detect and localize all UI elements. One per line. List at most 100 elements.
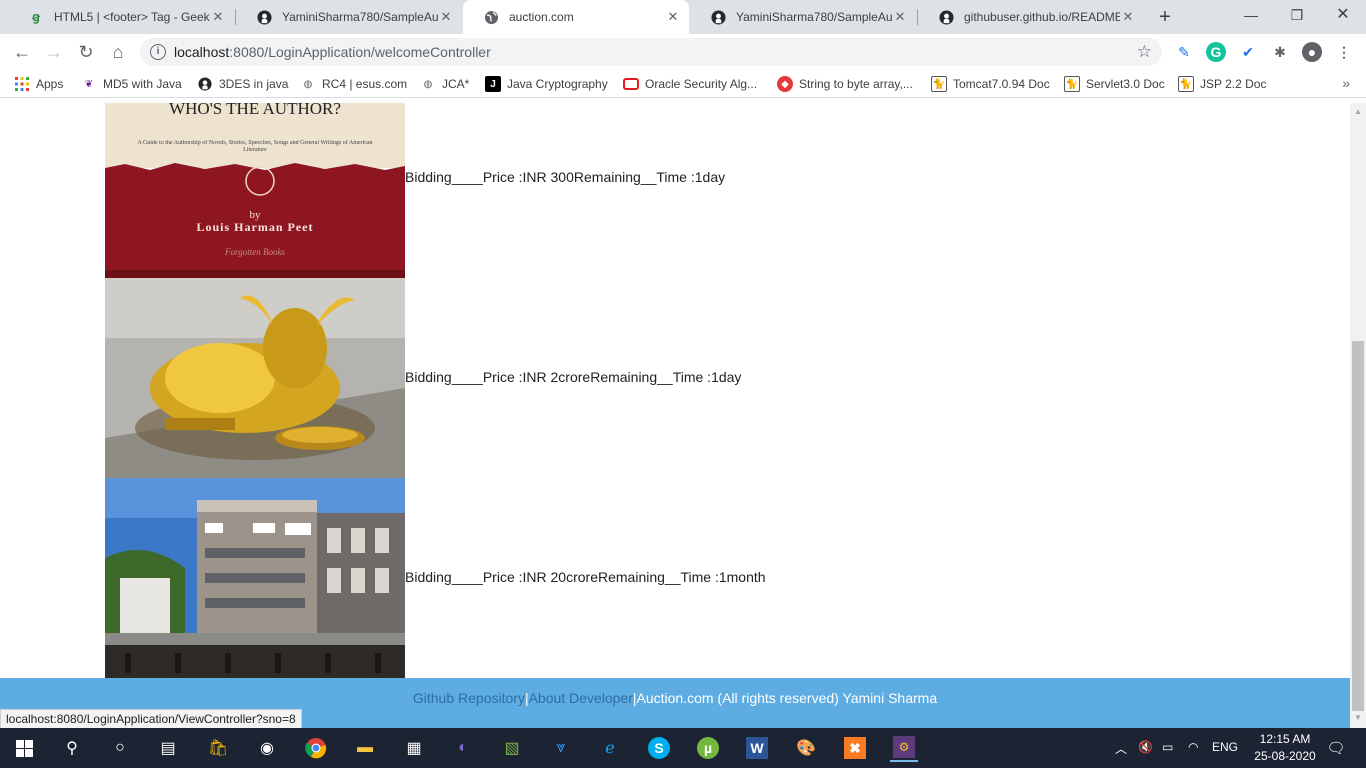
tomcat-icon: 🐈 bbox=[931, 76, 947, 92]
speaker-muted-icon[interactable]: 🔇 bbox=[1138, 740, 1153, 754]
profile-icon[interactable]: ● bbox=[1302, 42, 1322, 62]
building-image[interactable] bbox=[105, 478, 405, 678]
chrome-icon[interactable] bbox=[302, 734, 330, 762]
search-icon[interactable]: ⚲ bbox=[58, 734, 86, 762]
tab-title: YaminiSharma780/SampleAuction bbox=[736, 10, 892, 24]
footer-copyright: |Auction.com (All rights reserved) Yamin… bbox=[632, 690, 938, 706]
tab-title: YaminiSharma780/SampleAuction bbox=[282, 10, 438, 24]
bookmark-java-cryptography[interactable]: J Java Cryptography bbox=[485, 75, 608, 93]
system-clock[interactable]: 12:15 AM 25-08-2020 bbox=[1250, 731, 1320, 765]
scroll-up-arrow-icon[interactable]: ▲ bbox=[1354, 107, 1362, 116]
word-icon[interactable]: W bbox=[743, 734, 771, 762]
bookmark-string-to-byte[interactable]: ◆ String to byte array,... bbox=[777, 75, 913, 93]
close-icon[interactable]: ✕ bbox=[665, 9, 681, 25]
eclipse-icon[interactable]: ◐ bbox=[449, 734, 477, 762]
highlighter-icon[interactable]: ✎ bbox=[1174, 42, 1194, 62]
bookmark-label: RC4 | esus.com bbox=[322, 77, 408, 91]
extensions-icon[interactable]: ✱ bbox=[1270, 42, 1290, 62]
close-icon[interactable]: ✕ bbox=[438, 9, 454, 25]
task-view-icon[interactable]: ▤ bbox=[154, 734, 182, 762]
globe-icon: ◍ bbox=[423, 78, 433, 90]
scrollbar-thumb[interactable] bbox=[1352, 341, 1364, 711]
book-author: Louis Harman Peet bbox=[197, 220, 314, 234]
browser-chrome: ꞡ HTML5 | <footer> Tag - GeeksforGeeks ✕… bbox=[0, 0, 1366, 103]
new-tab-button[interactable]: + bbox=[1153, 5, 1177, 29]
bookmark-rc4[interactable]: ◍ RC4 | esus.com bbox=[300, 75, 408, 93]
book-cover-image[interactable]: WHO'S THE AUTHOR? A Guide to the Authors… bbox=[105, 103, 405, 278]
tab-github-readme[interactable]: githubuser.github.io/README.md ✕ bbox=[918, 0, 1144, 34]
back-button[interactable]: ← bbox=[10, 40, 34, 64]
utorrent-icon[interactable]: µ bbox=[694, 734, 722, 762]
info-icon[interactable]: i bbox=[150, 44, 166, 60]
reload-button[interactable]: ↻ bbox=[74, 40, 98, 64]
close-icon[interactable]: ✕ bbox=[892, 9, 908, 25]
bookmark-label: JSP 2.2 Doc bbox=[1200, 77, 1267, 91]
bookmark-md5[interactable]: ❦ MD5 with Java bbox=[81, 75, 182, 93]
globe-icon bbox=[483, 9, 499, 25]
bookmark-apps[interactable]: Apps bbox=[14, 75, 63, 93]
tab-github-sampleauction[interactable]: YaminiSharma780/SampleAuction ✕ bbox=[236, 0, 462, 34]
media-player-icon[interactable]: ◉ bbox=[253, 734, 281, 762]
tab-github-sampleauction-2[interactable]: YaminiSharma780/SampleAuction ✕ bbox=[690, 0, 916, 34]
restore-button[interactable]: ❐ bbox=[1274, 0, 1320, 30]
tab-geeksforgeeks[interactable]: ꞡ HTML5 | <footer> Tag - GeeksforGeeks ✕ bbox=[8, 0, 234, 34]
close-icon[interactable]: ✕ bbox=[1120, 9, 1136, 25]
bookmark-servlet[interactable]: 🐈 Servlet3.0 Doc bbox=[1064, 75, 1165, 93]
bookmark-jsp[interactable]: 🐈 JSP 2.2 Doc bbox=[1178, 75, 1266, 93]
wifi-icon[interactable]: ◠ bbox=[1188, 740, 1198, 754]
forward-button[interactable]: → bbox=[42, 40, 66, 64]
vscode-icon[interactable]: ⩔ bbox=[547, 734, 575, 762]
chevron-up-icon[interactable]: ︿ bbox=[1115, 740, 1127, 757]
minimize-button[interactable]: — bbox=[1228, 0, 1274, 30]
bookmark-star-icon[interactable]: ☆ bbox=[1137, 42, 1152, 62]
file-explorer-icon[interactable]: ▬ bbox=[351, 734, 379, 762]
bid-info-text: Bidding____Price :INR 2croreRemaining__T… bbox=[405, 369, 742, 385]
golden-bull-image[interactable] bbox=[105, 278, 405, 478]
notepadpp-icon[interactable]: ▧ bbox=[498, 734, 526, 762]
cortana-icon[interactable]: ○ bbox=[106, 734, 134, 762]
globe-icon: ◍ bbox=[303, 78, 313, 90]
menu-icon[interactable]: ⋮ bbox=[1334, 42, 1354, 62]
xampp-icon[interactable]: ✖ bbox=[841, 734, 869, 762]
bookmark-jca[interactable]: ◍ JCA* bbox=[420, 75, 470, 93]
check-icon[interactable]: ✔ bbox=[1238, 42, 1258, 62]
about-developer-link[interactable]: About Developer bbox=[529, 690, 633, 706]
windows-start-icon[interactable] bbox=[10, 734, 38, 762]
j-logo-icon: J bbox=[485, 76, 501, 92]
github-icon bbox=[197, 76, 213, 92]
home-button[interactable]: ⌂ bbox=[106, 40, 130, 64]
vertical-scrollbar[interactable]: ▲ ▼ bbox=[1350, 103, 1366, 728]
bookmark-3des[interactable]: 3DES in java bbox=[197, 75, 288, 93]
notepad-icon[interactable]: ▦ bbox=[400, 734, 428, 762]
tab-auction-active[interactable]: auction.com ✕ bbox=[463, 0, 689, 34]
bookmark-label: String to byte array,... bbox=[799, 77, 913, 91]
address-bar[interactable]: i localhost:8080/LoginApplication/welcom… bbox=[140, 38, 1162, 66]
bookmark-label: MD5 with Java bbox=[103, 77, 182, 91]
notification-icon[interactable]: 🗨 bbox=[1322, 734, 1350, 762]
github-icon bbox=[256, 9, 272, 25]
page-content: WHO'S THE AUTHOR? A Guide to the Authors… bbox=[0, 103, 1350, 728]
close-icon[interactable]: ✕ bbox=[210, 9, 226, 25]
bookmark-label: Servlet3.0 Doc bbox=[1086, 77, 1165, 91]
link-status-bubble: localhost:8080/LoginApplication/ViewCont… bbox=[0, 709, 302, 728]
battery-icon[interactable]: ▭ bbox=[1162, 740, 1173, 754]
language-indicator[interactable]: ENG bbox=[1212, 740, 1238, 754]
scroll-down-arrow-icon[interactable]: ▼ bbox=[1354, 713, 1362, 722]
skype-icon[interactable]: S bbox=[645, 734, 673, 762]
auction-item: WHO'S THE AUTHOR? A Guide to the Authors… bbox=[105, 103, 1305, 278]
chevron-right-icon[interactable]: » bbox=[1342, 75, 1350, 91]
address-url[interactable]: localhost:8080/LoginApplication/welcomeC… bbox=[174, 44, 491, 60]
close-window-button[interactable]: ✕ bbox=[1320, 0, 1366, 30]
grammarly-icon[interactable]: G bbox=[1206, 42, 1226, 62]
store-icon[interactable]: 🛍 bbox=[204, 734, 232, 762]
flame-icon: ◆ bbox=[777, 76, 793, 92]
paint-icon[interactable]: 🎨 bbox=[792, 734, 820, 762]
auction-item: Bidding____Price :INR 2croreRemaining__T… bbox=[105, 278, 1305, 478]
bookmark-oracle[interactable]: Oracle Security Alg... bbox=[623, 75, 757, 93]
bid-info-text: Bidding____Price :INR 300Remaining__Time… bbox=[405, 169, 726, 185]
internet-explorer-icon[interactable]: ℯ bbox=[596, 734, 624, 762]
bookmark-label: Tomcat7.0.94 Doc bbox=[953, 77, 1050, 91]
ide-icon[interactable]: ⚙ bbox=[890, 734, 918, 762]
bookmark-tomcat[interactable]: 🐈 Tomcat7.0.94 Doc bbox=[931, 75, 1050, 93]
github-repository-link[interactable]: Github Repository bbox=[413, 690, 525, 706]
